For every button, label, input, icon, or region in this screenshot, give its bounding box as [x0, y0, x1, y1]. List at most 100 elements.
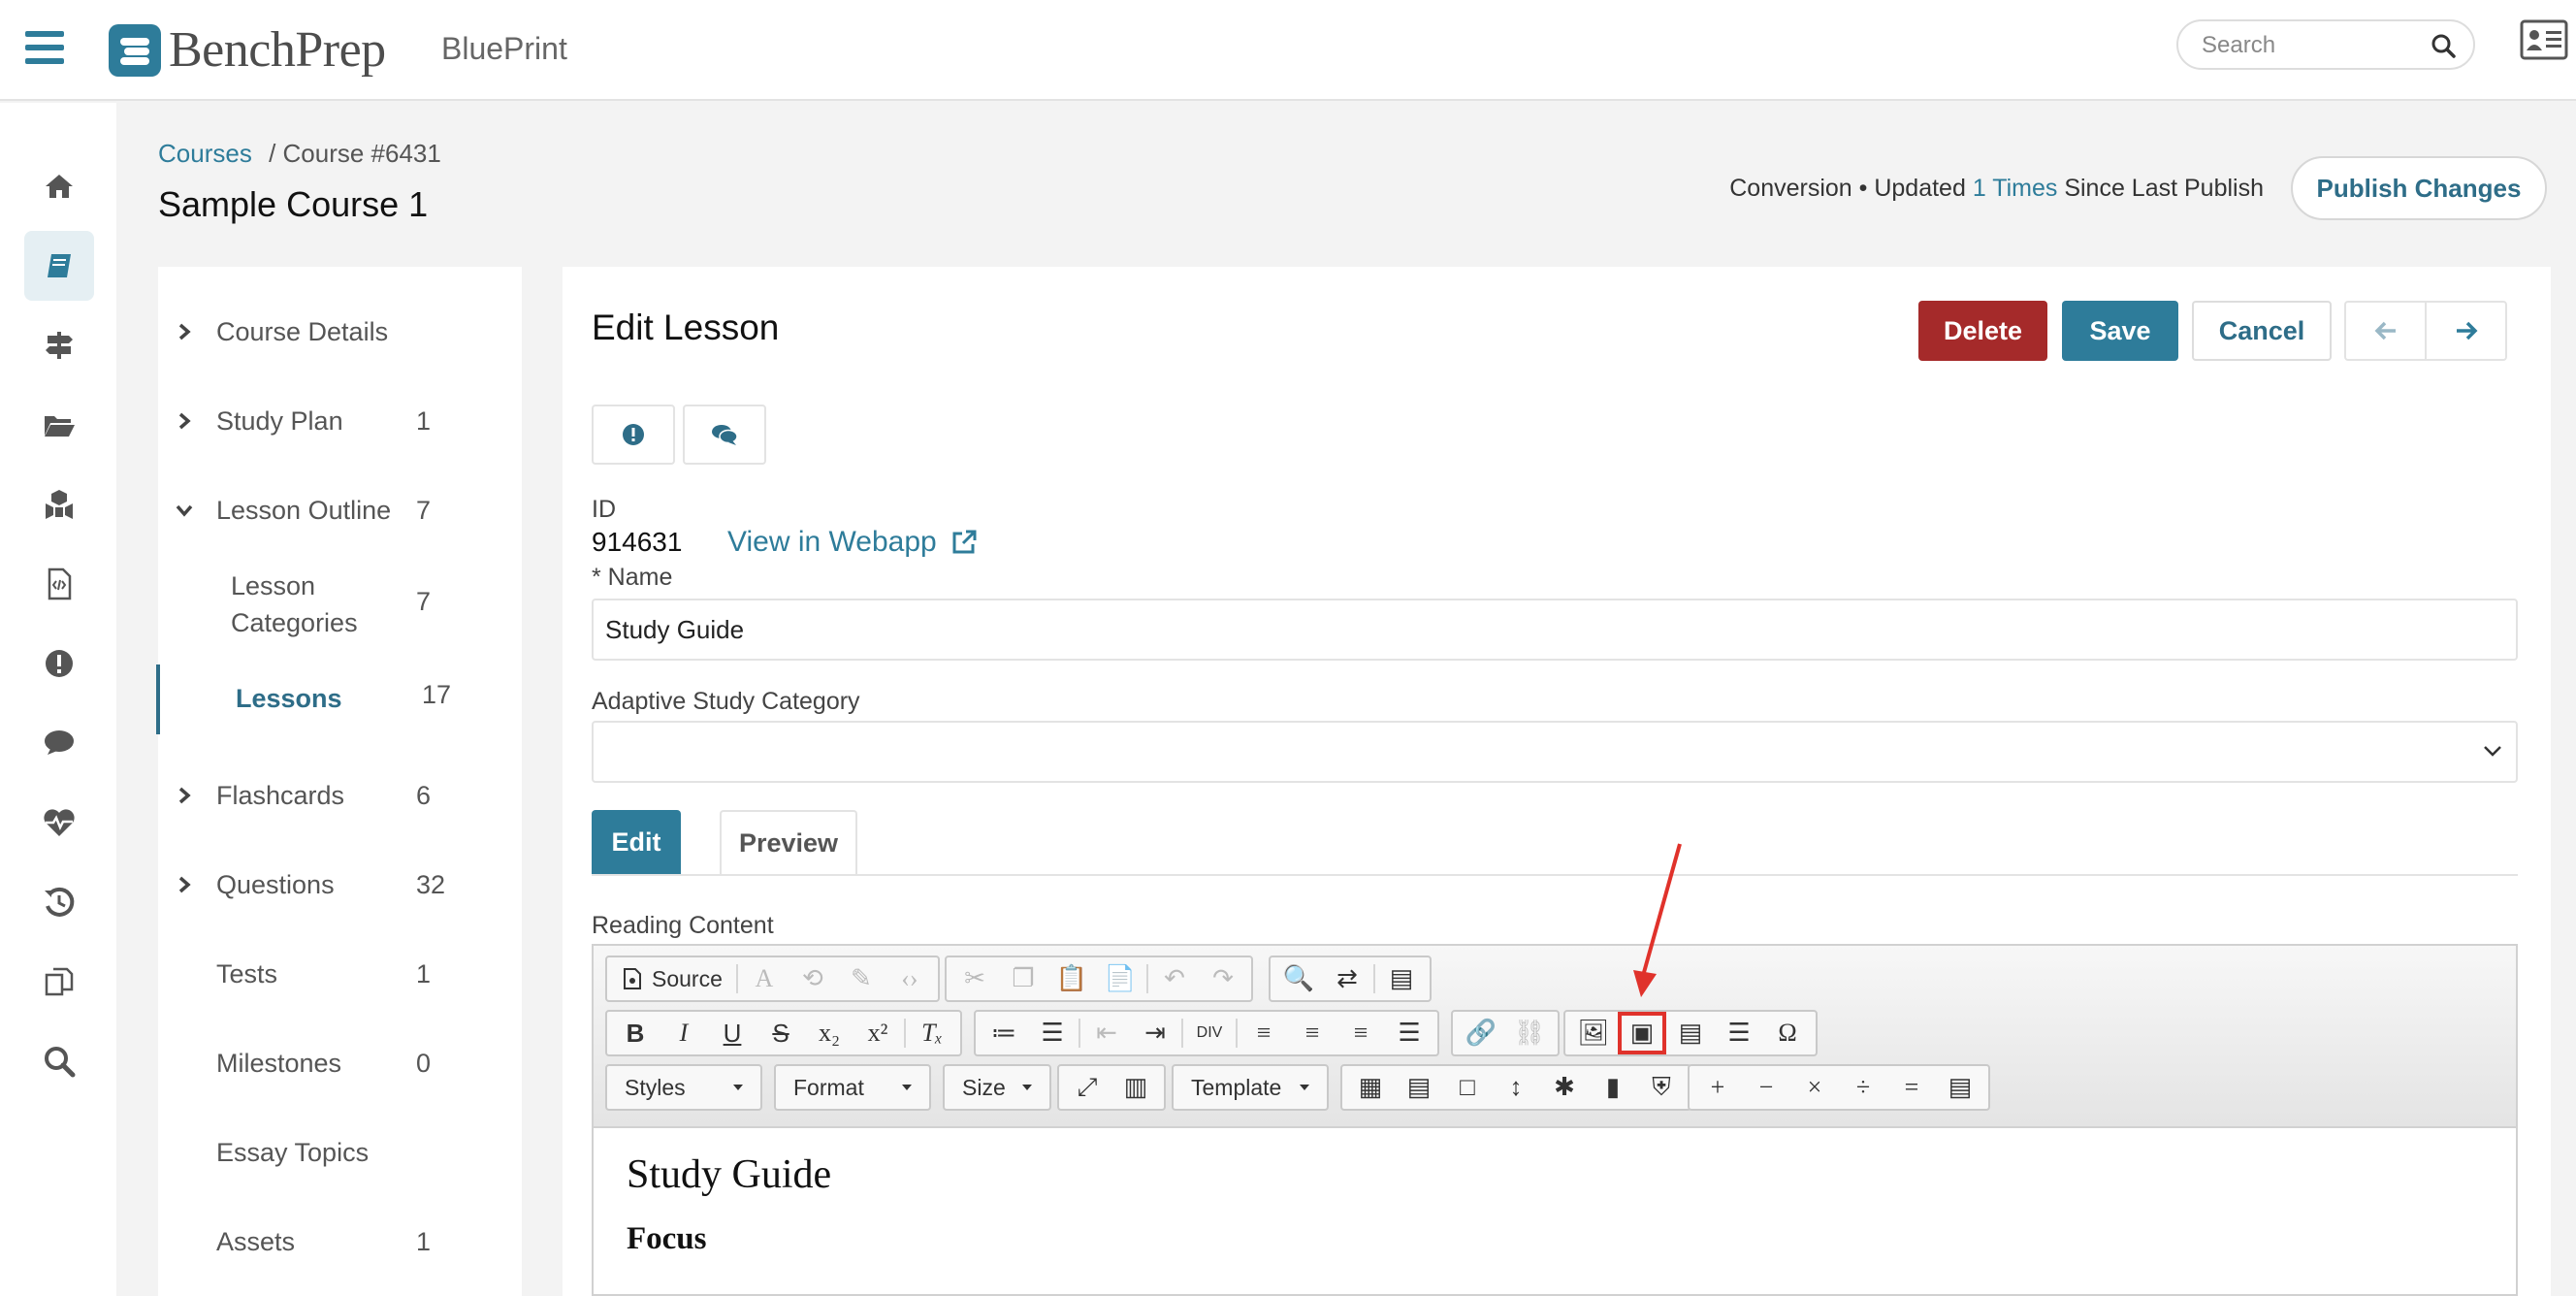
- outline-item-study-plan[interactable]: Study Plan 1: [158, 406, 522, 445]
- format-dropdown[interactable]: Format: [780, 1066, 925, 1109]
- subscript-icon[interactable]: x₂: [805, 1012, 853, 1054]
- outline-label: Questions: [216, 870, 335, 899]
- redo-icon[interactable]: ↷: [1199, 957, 1247, 1000]
- styles-dropdown[interactable]: Styles: [611, 1066, 757, 1109]
- numbered-list-icon[interactable]: ≔: [980, 1012, 1028, 1054]
- rail-search-icon[interactable]: [24, 1026, 94, 1096]
- next-arrow-icon[interactable]: [2427, 303, 2505, 359]
- outline-item-assets[interactable]: Assets 1: [158, 1227, 522, 1266]
- breadcrumb-courses-link[interactable]: Courses: [158, 139, 252, 168]
- outline-item-course-details[interactable]: Course Details: [158, 317, 522, 356]
- unlink-icon[interactable]: ⛓: [1505, 1012, 1554, 1054]
- align-left-icon[interactable]: ≡: [1240, 1012, 1288, 1054]
- menu-icon[interactable]: [25, 31, 64, 64]
- comments-button[interactable]: [683, 405, 766, 465]
- template-dropdown[interactable]: Template: [1177, 1066, 1323, 1109]
- badge-icon[interactable]: ✱: [1540, 1066, 1589, 1109]
- heartbeat-icon[interactable]: [24, 788, 94, 858]
- outline-item-tests[interactable]: Tests 1: [158, 959, 522, 998]
- folder-icon[interactable]: [24, 390, 94, 460]
- search-input[interactable]: [2202, 31, 2415, 60]
- outline-item-lessons[interactable]: Lessons 17: [156, 664, 520, 734]
- bulleted-list-icon[interactable]: ☰: [1028, 1012, 1077, 1054]
- cancel-button[interactable]: Cancel: [2192, 301, 2332, 361]
- file-code-icon[interactable]: [24, 549, 94, 619]
- adaptive-category-select[interactable]: [592, 721, 2518, 783]
- code-icon[interactable]: ‹›: [886, 957, 934, 1000]
- copy-icon[interactable]: ❐: [999, 957, 1047, 1000]
- div-container-icon[interactable]: DIV: [1185, 1012, 1234, 1054]
- equals-icon[interactable]: =: [1887, 1066, 1936, 1109]
- search-icon[interactable]: [2431, 33, 2456, 58]
- home-icon[interactable]: [24, 151, 94, 221]
- minus-icon[interactable]: −: [1742, 1066, 1790, 1109]
- horizontal-rule-icon[interactable]: ☰: [1715, 1012, 1763, 1054]
- table-icon[interactable]: ▦: [1346, 1066, 1395, 1109]
- outline-item-lesson-outline[interactable]: Lesson Outline 7: [158, 496, 522, 535]
- multiply-icon[interactable]: ×: [1790, 1066, 1839, 1109]
- undo-style-icon[interactable]: ⟲: [789, 957, 837, 1000]
- signpost-icon[interactable]: [24, 310, 94, 380]
- justify-icon[interactable]: ☰: [1385, 1012, 1433, 1054]
- indent-icon[interactable]: ⇥: [1131, 1012, 1179, 1054]
- book-icon[interactable]: [24, 231, 94, 301]
- special-character-icon[interactable]: Ω: [1763, 1012, 1812, 1054]
- outline-item-flashcards[interactable]: Flashcards 6: [158, 781, 522, 820]
- divide-icon[interactable]: ÷: [1839, 1066, 1887, 1109]
- history-icon[interactable]: [24, 867, 94, 937]
- cut-icon[interactable]: ✂: [950, 957, 999, 1000]
- maximize-icon[interactable]: ⤢: [1063, 1066, 1111, 1109]
- shield-icon[interactable]: ⛨: [1637, 1066, 1686, 1109]
- cubes-icon[interactable]: [24, 470, 94, 539]
- underline-icon[interactable]: U: [708, 1012, 757, 1054]
- plus-icon[interactable]: +: [1693, 1066, 1742, 1109]
- tab-preview[interactable]: Preview: [720, 810, 857, 874]
- outdent-icon[interactable]: ⇤: [1082, 1012, 1131, 1054]
- image-icon[interactable]: 🖼: [1569, 1012, 1618, 1054]
- box-icon[interactable]: □: [1443, 1066, 1492, 1109]
- alert-icon[interactable]: [24, 629, 94, 698]
- view-in-webapp-link[interactable]: View in Webapp: [727, 526, 978, 559]
- remove-style-icon[interactable]: ✎: [837, 957, 886, 1000]
- comment-icon[interactable]: [24, 708, 94, 778]
- brand-logo[interactable]: BenchPrep: [109, 21, 386, 79]
- delete-button[interactable]: Delete: [1918, 301, 2047, 361]
- outline-item-questions[interactable]: Questions 32: [158, 870, 522, 909]
- align-right-icon[interactable]: ≡: [1336, 1012, 1385, 1054]
- find-icon[interactable]: 🔍: [1274, 957, 1323, 1000]
- strikethrough-icon[interactable]: S: [757, 1012, 805, 1054]
- copy-icon[interactable]: [24, 947, 94, 1017]
- embed-media-icon[interactable]: ▣: [1618, 1012, 1666, 1054]
- size-dropdown[interactable]: Size: [949, 1066, 1046, 1109]
- italic-icon[interactable]: I: [660, 1012, 708, 1054]
- align-center-icon[interactable]: ≡: [1288, 1012, 1336, 1054]
- name-input[interactable]: [592, 599, 2518, 661]
- link-icon[interactable]: 🔗: [1457, 1012, 1505, 1054]
- document-icon[interactable]: ▤: [1666, 1012, 1715, 1054]
- superscript-icon[interactable]: x²: [853, 1012, 902, 1054]
- outline-item-milestones[interactable]: Milestones 0: [158, 1049, 522, 1087]
- spellcheck-icon[interactable]: ▤: [1377, 957, 1426, 1000]
- bold-icon[interactable]: B: [611, 1012, 660, 1054]
- replace-icon[interactable]: ⇄: [1323, 957, 1371, 1000]
- media-icon[interactable]: ▮: [1589, 1066, 1637, 1109]
- issues-button[interactable]: [592, 405, 675, 465]
- outline-item-lesson-categories[interactable]: Lesson Categories 7: [158, 567, 522, 645]
- text-style-icon[interactable]: A: [740, 957, 789, 1000]
- show-blocks-icon[interactable]: ▥: [1111, 1066, 1160, 1109]
- paste-text-icon[interactable]: 📄: [1096, 957, 1144, 1000]
- source-button[interactable]: Source: [611, 957, 734, 1000]
- outline-item-essay-topics[interactable]: Essay Topics: [158, 1138, 522, 1177]
- previous-arrow-icon[interactable]: [2346, 303, 2427, 359]
- editor-content[interactable]: Study Guide Focus: [627, 1151, 831, 1257]
- tab-edit[interactable]: Edit: [592, 810, 681, 874]
- publish-changes-button[interactable]: Publish Changes: [2291, 156, 2547, 220]
- table-grid-icon[interactable]: ▤: [1936, 1066, 1984, 1109]
- undo-icon[interactable]: ↶: [1150, 957, 1199, 1000]
- remove-format-icon[interactable]: Tₓ: [908, 1012, 956, 1054]
- line-height-icon[interactable]: ↕: [1492, 1066, 1540, 1109]
- table-layout-icon[interactable]: ▤: [1395, 1066, 1443, 1109]
- save-button[interactable]: Save: [2062, 301, 2178, 361]
- paste-icon[interactable]: 📋: [1047, 957, 1096, 1000]
- profile-card-icon[interactable]: [2520, 19, 2568, 60]
